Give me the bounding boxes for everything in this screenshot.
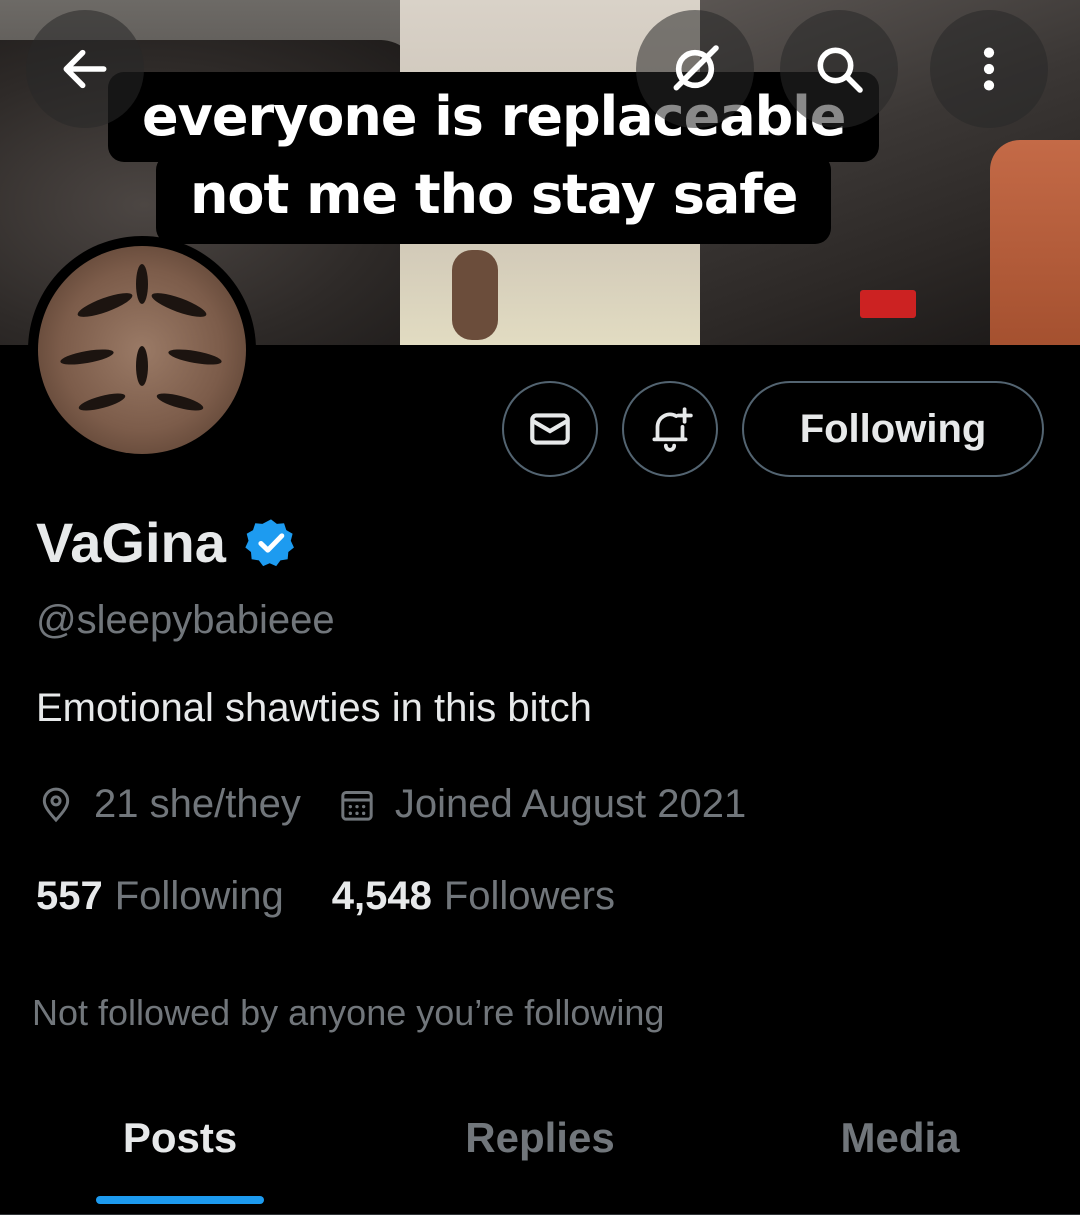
message-button[interactable] (502, 381, 598, 477)
following-count: 557 (36, 874, 103, 918)
following-button[interactable]: Following (742, 381, 1044, 477)
bio: Emotional shawties in this bitch (36, 686, 592, 730)
follow-stats: 557 Following 4,548 Followers (36, 874, 615, 919)
name-row: VaGina (36, 510, 298, 575)
profile-page: everyone is replaceable not me tho stay … (0, 0, 1080, 1215)
handle: @sleepybabieee (36, 598, 335, 642)
joined-date: Joined August 2021 (394, 782, 747, 826)
location-text: 21 she/they (94, 782, 301, 826)
verified-badge-icon[interactable] (244, 516, 298, 570)
grok-icon (673, 45, 719, 91)
banner-caption: everyone is replaceable not me tho stay … (108, 72, 880, 244)
banner-sticker (860, 290, 916, 318)
tab-replies[interactable]: Replies (360, 1098, 720, 1214)
profile-tabs: Posts Replies Media (0, 1098, 1080, 1215)
envelope-icon (530, 413, 570, 445)
tab-media-label: Media (840, 1114, 960, 1161)
notifications-button[interactable] (622, 381, 718, 477)
banner-person-arm (452, 250, 498, 340)
tab-posts-label: Posts (122, 1114, 238, 1161)
followers-count: 4,548 (331, 874, 432, 918)
calendar-icon (341, 790, 373, 821)
more-button[interactable] (930, 10, 1048, 128)
arrow-left-icon (63, 49, 107, 89)
banner-caption-line-1: everyone is replaceable (108, 72, 880, 162)
tab-replies-label: Replies (465, 1114, 615, 1161)
display-name: VaGina (36, 511, 226, 574)
banner-caption-line-2: not me tho stay safe (155, 154, 832, 244)
location-pin-icon (42, 787, 70, 822)
avatar[interactable] (28, 236, 256, 464)
search-icon (817, 47, 863, 93)
profile-meta: 21 she/they Joined August 2021 (36, 782, 746, 827)
followers-label: Followers (443, 874, 615, 918)
more-vertical-icon (983, 47, 995, 91)
mutuals-note: Not followed by anyone you’re following (32, 992, 665, 1033)
active-tab-indicator (96, 1196, 264, 1204)
back-button[interactable] (26, 10, 144, 128)
avatar-image (38, 246, 246, 454)
banner-orange-seat (990, 140, 1080, 345)
grok-button[interactable] (636, 10, 754, 128)
bell-plus-icon (652, 407, 693, 452)
following-stat[interactable]: 557 Following (36, 874, 284, 919)
following-label: Following (114, 874, 284, 918)
tab-media[interactable]: Media (720, 1098, 1080, 1214)
followers-stat[interactable]: 4,548 Followers (332, 874, 615, 919)
tab-posts[interactable]: Posts (0, 1098, 360, 1214)
search-button[interactable] (780, 10, 898, 128)
